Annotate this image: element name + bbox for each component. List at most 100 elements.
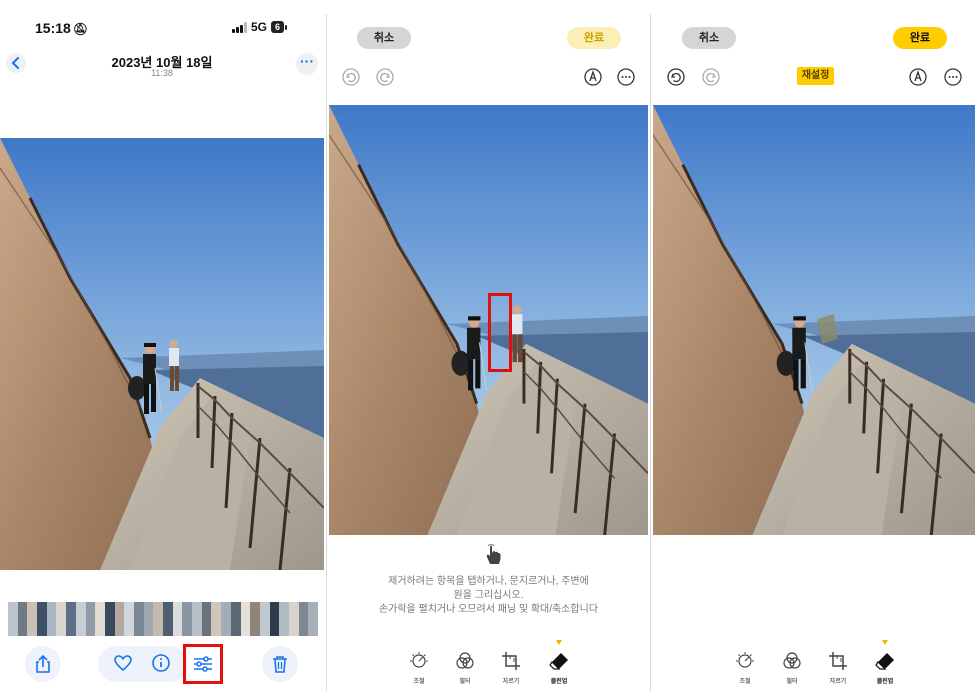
more-options-button[interactable] xyxy=(616,67,636,87)
ellipsis-circle-icon xyxy=(617,68,635,86)
tap-gesture-icon xyxy=(480,541,506,567)
redo-icon xyxy=(376,68,394,86)
instruction-line: 제거하려는 항목을 탭하거나, 문지르거나, 주변에 xyxy=(388,576,589,587)
tool-label: 클린업 xyxy=(876,679,894,685)
thumbnail[interactable] xyxy=(259,602,270,636)
cleanup-selection-box xyxy=(488,293,512,372)
instruction-line: 손가락을 펼치거나 오므려서 패닝 및 확대/축소합니다 xyxy=(378,604,599,615)
markup-pen-icon xyxy=(584,68,602,86)
tool-adjust[interactable]: 조절 xyxy=(725,650,765,685)
more-options-button[interactable] xyxy=(943,67,963,87)
thumbnail[interactable] xyxy=(201,602,212,636)
thumbnail[interactable] xyxy=(153,602,163,636)
tool-adjust[interactable]: 조절 xyxy=(399,650,439,685)
status-indicators: 5G 6 xyxy=(232,20,288,34)
battery-icon: 6 xyxy=(271,21,288,33)
undo-icon xyxy=(667,68,685,86)
tool-cleanup[interactable]: 클린업 xyxy=(539,650,579,685)
undo-icon xyxy=(342,68,360,86)
markup-pen-icon xyxy=(909,68,927,86)
thumbnail[interactable] xyxy=(85,602,96,636)
cleanup-instructions: 제거하려는 항목을 탭하거나, 문지르거나, 주변에 원을 그리십시오. 손가락… xyxy=(329,575,648,617)
eraser-icon xyxy=(875,653,894,670)
edit-sliders-icon xyxy=(194,656,212,672)
tool-cleanup[interactable]: 클린업 xyxy=(865,650,905,685)
thumbnail[interactable] xyxy=(114,602,125,636)
thumbnail[interactable] xyxy=(124,602,134,636)
photo[interactable] xyxy=(0,138,324,570)
redo-button[interactable] xyxy=(375,67,395,87)
tool-crop[interactable]: 자르기 xyxy=(818,650,858,685)
edit-photo[interactable] xyxy=(329,105,648,535)
thumbnail-strip[interactable] xyxy=(8,602,318,636)
thumbnail[interactable] xyxy=(221,602,231,636)
thumbnail[interactable] xyxy=(143,602,154,636)
crop-icon xyxy=(829,652,847,670)
redo-button[interactable] xyxy=(701,67,721,87)
photo-viewer-panel: 15:18 🔕︎ 5G 6 2023년 10월 18일 11:38 ··· xyxy=(0,0,324,691)
tool-crop[interactable]: 자르기 xyxy=(491,650,531,685)
filter-icon xyxy=(783,652,801,669)
thumbnail[interactable] xyxy=(8,602,18,636)
done-button[interactable]: 완료 xyxy=(567,27,621,49)
tool-filter[interactable]: 필터 xyxy=(772,650,812,685)
thumbnail[interactable] xyxy=(104,602,115,636)
undo-button[interactable] xyxy=(666,67,686,87)
edit-button[interactable] xyxy=(183,644,223,684)
cleanup-result-panel: 취소 완료 재설정 조절 필터 자르기 클린업 xyxy=(653,0,975,691)
cancel-button[interactable]: 취소 xyxy=(682,27,736,49)
thumbnail[interactable] xyxy=(133,602,144,636)
thumbnail[interactable] xyxy=(75,602,86,636)
tool-label: 자르기 xyxy=(829,679,847,685)
thumbnail[interactable] xyxy=(66,602,76,636)
cancel-button[interactable]: 취소 xyxy=(357,27,411,49)
thumbnail[interactable] xyxy=(240,602,251,636)
tool-label: 필터 xyxy=(459,679,471,685)
cleanup-edit-panel: 취소 완료 제거하려는 항목을 탭하거나, 문지르거나, 주변에 원을 그리십시… xyxy=(329,0,648,691)
info-button[interactable] xyxy=(149,651,173,675)
info-icon xyxy=(152,654,170,672)
thumbnail[interactable] xyxy=(95,602,105,636)
panel-divider xyxy=(650,14,651,691)
thumbnail[interactable] xyxy=(37,602,47,636)
thumbnail[interactable] xyxy=(172,602,183,636)
thumbnail[interactable] xyxy=(269,602,280,636)
share-icon xyxy=(36,655,50,673)
reset-button[interactable]: 재설정 xyxy=(797,67,834,85)
thumbnail[interactable] xyxy=(27,602,38,636)
markup-button[interactable] xyxy=(908,67,928,87)
panel-divider xyxy=(326,14,327,691)
thumbnail[interactable] xyxy=(250,602,260,636)
tool-label: 조절 xyxy=(413,679,425,685)
tool-label: 필터 xyxy=(786,679,798,685)
status-time: 15:18 🔕︎ xyxy=(35,20,89,36)
thumbnail[interactable] xyxy=(279,602,289,636)
tool-label: 자르기 xyxy=(502,679,520,685)
trash-icon xyxy=(273,656,287,673)
ellipsis-icon: ··· xyxy=(300,53,314,69)
markup-button[interactable] xyxy=(583,67,603,87)
thumbnail[interactable] xyxy=(182,602,193,636)
delete-button[interactable] xyxy=(262,646,298,682)
share-button[interactable] xyxy=(25,646,61,682)
instruction-line: 원을 그리십시오. xyxy=(453,590,524,601)
thumbnail[interactable] xyxy=(17,602,28,636)
thumbnail[interactable] xyxy=(230,602,241,636)
thumbnail[interactable] xyxy=(288,602,299,636)
thumbnail[interactable] xyxy=(46,602,57,636)
more-button[interactable]: ··· xyxy=(296,53,318,75)
tool-filter[interactable]: 필터 xyxy=(445,650,485,685)
thumbnail[interactable] xyxy=(163,602,173,636)
favorite-button[interactable] xyxy=(111,651,135,675)
thumbnail[interactable] xyxy=(56,602,67,636)
cleaned-photo[interactable] xyxy=(653,105,975,535)
thumbnail[interactable] xyxy=(211,602,222,636)
done-button[interactable]: 완료 xyxy=(893,27,947,49)
crop-icon xyxy=(502,652,520,670)
thumbnail[interactable] xyxy=(298,602,309,636)
thumbnail[interactable] xyxy=(308,602,318,636)
filter-icon xyxy=(456,652,474,669)
thumbnail[interactable] xyxy=(192,602,202,636)
undo-button[interactable] xyxy=(341,67,361,87)
tool-label: 클린업 xyxy=(550,679,568,685)
